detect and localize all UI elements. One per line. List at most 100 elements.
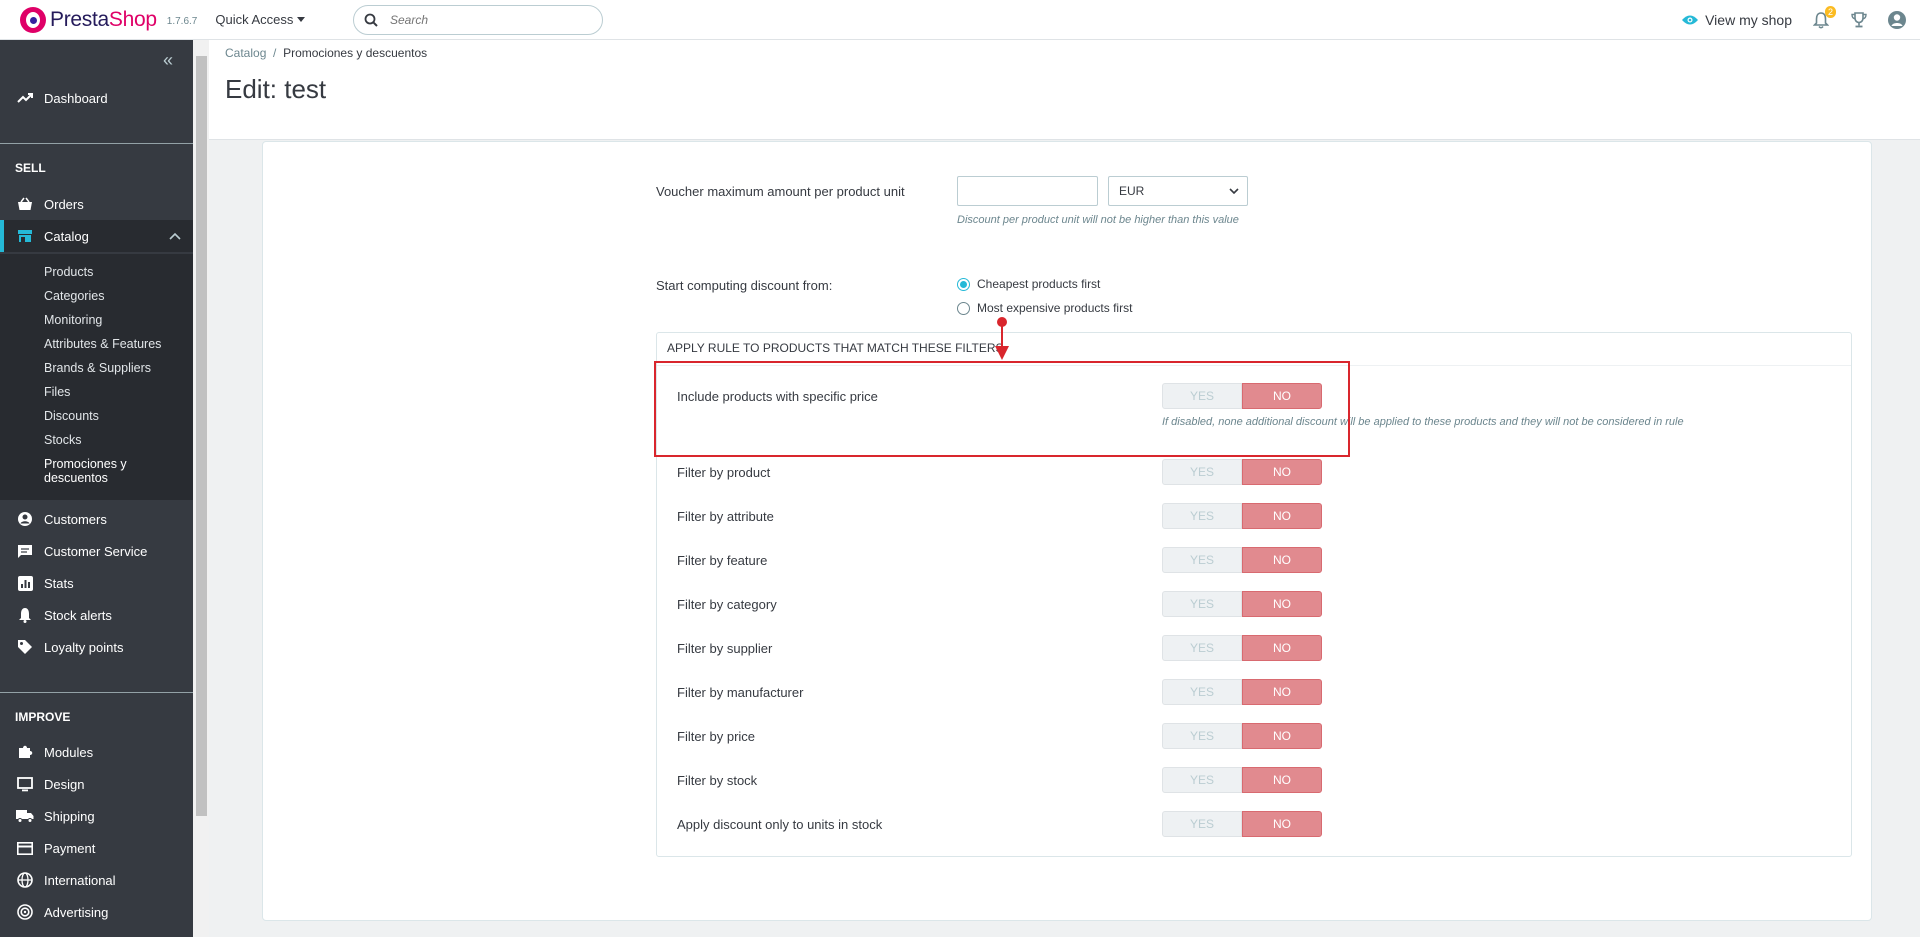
apply-units-in-stock-label: Apply discount only to units in stock — [677, 817, 883, 832]
toggle-no[interactable]: NO — [1242, 591, 1322, 617]
toggle-no[interactable]: NO — [1242, 503, 1322, 529]
start-computing-label: Start computing discount from: — [656, 278, 833, 293]
sidebar-item-international[interactable]: International — [0, 864, 193, 896]
brand-part2: Shop — [108, 7, 157, 31]
toggle-yes[interactable]: YES — [1162, 591, 1242, 617]
toggle-no[interactable]: NO — [1242, 679, 1322, 705]
sidebar-subitem-files[interactable]: Files — [44, 385, 70, 399]
sidebar-item-label: Shipping — [44, 808, 95, 824]
sidebar-subitem-stocks[interactable]: Stocks — [44, 433, 82, 447]
sidebar-item-dashboard[interactable]: Dashboard — [0, 82, 193, 114]
sidebar-subitem-categories[interactable]: Categories — [44, 289, 104, 303]
toggle-yes[interactable]: YES — [1162, 459, 1242, 485]
filter-by-product-toggle[interactable]: YES NO — [1162, 459, 1322, 485]
sidebar-item-label: International — [44, 872, 116, 888]
sidebar-subitem-promociones-line2[interactable]: descuentos — [44, 471, 108, 485]
search-input[interactable] — [390, 13, 580, 27]
filter-by-manufacturer-label: Filter by manufacturer — [677, 685, 804, 700]
toggle-yes[interactable]: YES — [1162, 503, 1242, 529]
account-button[interactable] — [1886, 9, 1908, 31]
sidebar-item-catalog[interactable]: Catalog — [0, 220, 193, 252]
apply-units-in-stock-toggle[interactable]: YES NO — [1162, 811, 1322, 837]
toggle-no[interactable]: NO — [1242, 767, 1322, 793]
radio-most-expensive-first[interactable] — [957, 302, 970, 315]
filters-panel-title: APPLY RULE TO PRODUCTS THAT MATCH THESE … — [667, 341, 1004, 355]
caret-down-icon — [297, 17, 306, 22]
sidebar-item-label: Orders — [44, 196, 84, 212]
sidebar-item-customers[interactable]: Customers — [0, 503, 193, 535]
filter-by-stock-toggle[interactable]: YES NO — [1162, 767, 1322, 793]
radio-expensive-label: Most expensive products first — [977, 301, 1133, 315]
globe-icon — [16, 871, 34, 889]
filter-by-supplier-label: Filter by supplier — [677, 641, 773, 656]
filter-by-category-toggle[interactable]: YES NO — [1162, 591, 1322, 617]
sidebar-item-design[interactable]: Design — [0, 768, 193, 800]
store-icon — [16, 227, 34, 245]
bell-alert-icon — [16, 606, 34, 624]
toggle-no[interactable]: NO — [1242, 723, 1322, 749]
collapse-sidebar-icon[interactable]: « — [163, 50, 173, 71]
chevron-up-icon — [169, 228, 181, 243]
notifications-button[interactable]: 2 — [1810, 6, 1836, 31]
toggle-yes[interactable]: YES — [1162, 767, 1242, 793]
trophy-button[interactable] — [1848, 9, 1870, 31]
toggle-no[interactable]: NO — [1242, 459, 1322, 485]
toggle-yes[interactable]: YES — [1162, 811, 1242, 837]
breadcrumb-catalog-link[interactable]: Catalog — [225, 46, 266, 60]
sidebar-subitem-brands-suppliers[interactable]: Brands & Suppliers — [44, 361, 151, 375]
sidebar-item-loyalty-points[interactable]: Loyalty points — [0, 631, 193, 663]
sidebar-item-customer-service[interactable]: Customer Service — [0, 535, 193, 567]
trophy-icon — [1851, 12, 1867, 28]
toggle-yes[interactable]: YES — [1162, 723, 1242, 749]
target-icon — [16, 903, 34, 921]
sidebar-item-orders[interactable]: Orders — [0, 188, 193, 220]
filter-by-manufacturer-toggle[interactable]: YES NO — [1162, 679, 1322, 705]
sidebar-subitem-promociones[interactable]: Promociones y — [44, 457, 127, 471]
search-icon[interactable] — [364, 13, 378, 27]
sidebar-item-label: Stock alerts — [44, 607, 112, 623]
sidebar-item-stock-alerts[interactable]: Stock alerts — [0, 599, 193, 631]
puzzle-icon — [16, 743, 34, 761]
radio-cheapest-first[interactable] — [957, 278, 970, 291]
section-title-sell: SELL — [15, 161, 46, 175]
toggle-no[interactable]: NO — [1242, 635, 1322, 661]
toggle-yes[interactable]: YES — [1162, 635, 1242, 661]
filter-by-price-toggle[interactable]: YES NO — [1162, 723, 1322, 749]
monitor-icon — [16, 775, 34, 793]
header-right: View my shop 2 — [1681, 0, 1920, 40]
sidebar-subitem-discounts[interactable]: Discounts — [44, 409, 99, 423]
voucher-max-amount-input[interactable] — [957, 176, 1098, 206]
prestashop-logo[interactable]: PrestaShop 1.7.6.7 — [20, 6, 198, 33]
breadcrumb: Catalog / Promociones y descuentos — [225, 46, 427, 60]
sidebar-subitem-products[interactable]: Products — [44, 265, 93, 279]
filter-by-price-label: Filter by price — [677, 729, 756, 744]
sidebar-scrollbar-thumb[interactable] — [196, 56, 207, 816]
sidebar-item-stats[interactable]: Stats — [0, 567, 193, 599]
toggle-yes[interactable]: YES — [1162, 547, 1242, 573]
sidebar-item-shipping[interactable]: Shipping — [0, 800, 193, 832]
sidebar-item-label: Catalog — [44, 228, 89, 244]
currency-select[interactable]: EUR — [1108, 176, 1248, 206]
toggle-no[interactable]: NO — [1242, 547, 1322, 573]
prestashop-logo-icon — [20, 6, 46, 33]
chevron-down-icon — [1229, 188, 1239, 194]
filter-by-attribute-toggle[interactable]: YES NO — [1162, 503, 1322, 529]
version-label: 1.7.6.7 — [166, 16, 198, 27]
sidebar-subitem-monitoring[interactable]: Monitoring — [44, 313, 102, 327]
filter-by-stock-label: Filter by stock — [677, 773, 758, 788]
view-my-shop-link[interactable]: View my shop — [1681, 12, 1792, 28]
sidebar-item-advertising[interactable]: Advertising — [0, 896, 193, 928]
toggle-yes[interactable]: YES — [1162, 679, 1242, 705]
voucher-help-text: Discount per product unit will not be hi… — [957, 214, 1239, 226]
sidebar-item-modules[interactable]: Modules — [0, 736, 193, 768]
highlight-annotation-box — [654, 361, 1350, 457]
filter-by-supplier-toggle[interactable]: YES NO — [1162, 635, 1322, 661]
quick-access-dropdown[interactable]: Quick Access — [215, 12, 306, 27]
eye-icon — [1682, 15, 1699, 25]
chat-icon — [16, 542, 34, 560]
sidebar-subitem-attributes-features[interactable]: Attributes & Features — [44, 337, 161, 351]
filter-by-feature-toggle[interactable]: YES NO — [1162, 547, 1322, 573]
toggle-no[interactable]: NO — [1242, 811, 1322, 837]
sidebar-item-payment[interactable]: Payment — [0, 832, 193, 864]
sidebar-divider — [0, 143, 193, 144]
